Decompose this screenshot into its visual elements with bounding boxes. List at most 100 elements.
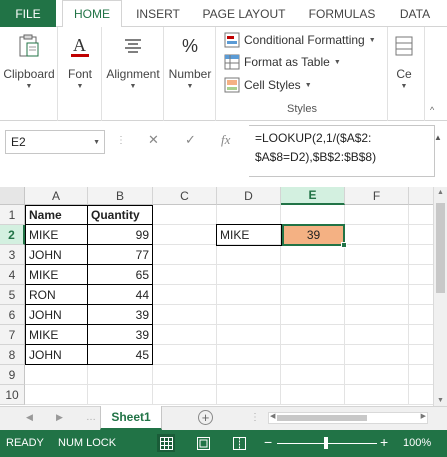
zoom-in-icon[interactable]: + [380,434,388,450]
empty-cell[interactable] [345,245,409,265]
empty-cell[interactable] [281,305,345,325]
empty-cell[interactable] [153,265,217,285]
prev-sheet-icon[interactable]: ◀ [26,412,33,423]
row-header-1[interactable]: 1 [0,205,25,225]
empty-cell[interactable] [409,205,433,225]
row-header-2[interactable]: 2 [0,225,25,245]
tab-data[interactable]: DATA [392,0,438,27]
row-header-4[interactable]: 4 [0,265,25,285]
vertical-scroll-thumb[interactable] [436,203,445,293]
empty-cell[interactable] [25,365,88,385]
normal-view-button[interactable] [157,434,175,452]
empty-cell[interactable] [281,345,345,365]
sheet-tab-sheet1[interactable]: Sheet1 [100,406,162,430]
empty-cell[interactable] [409,385,433,405]
formula-input[interactable]: =LOOKUP(2,1/($A$2: $A$8=D2),$B$2:$B$8) [249,125,435,177]
empty-cell[interactable] [88,365,153,385]
empty-cell[interactable] [345,225,409,245]
cell-a1[interactable]: Name [25,205,88,225]
empty-cell[interactable] [281,325,345,345]
select-all-corner[interactable] [0,187,25,205]
empty-cell[interactable] [217,265,281,285]
scroll-left-icon[interactable]: ◀ [270,412,275,420]
empty-cell[interactable] [281,205,345,225]
cancel-icon[interactable]: ✕ [148,132,159,148]
empty-cell[interactable] [345,325,409,345]
empty-cell[interactable] [345,265,409,285]
empty-cell[interactable] [409,345,433,365]
add-sheet-icon[interactable]: + [198,410,213,425]
empty-cell[interactable] [281,245,345,265]
empty-cell[interactable] [88,385,153,405]
horizontal-scroll-thumb[interactable] [277,415,367,421]
cell-b4[interactable]: 65 [88,265,153,285]
column-header-f[interactable]: F [345,187,409,205]
tab-splitter-icon[interactable]: ⋮ [250,412,260,423]
empty-cell[interactable] [153,245,217,265]
cells-button[interactable]: Ce ▼ [392,33,416,90]
horizontal-scrollbar[interactable]: ◀ ▶ [268,412,428,424]
empty-cell[interactable] [217,205,281,225]
cell-a6[interactable]: JOHN [25,305,88,325]
empty-cell[interactable] [217,365,281,385]
cell-b6[interactable]: 39 [88,305,153,325]
fill-handle[interactable] [341,242,347,248]
empty-cell[interactable] [217,245,281,265]
empty-cell[interactable] [345,205,409,225]
cell-a2[interactable]: MIKE [25,225,88,245]
row-header-7[interactable]: 7 [0,325,25,345]
empty-cell[interactable] [281,365,345,385]
tab-page-layout[interactable]: PAGE LAYOUT [196,0,292,27]
page-break-view-button[interactable] [230,434,248,452]
clipboard-button[interactable]: Clipboard ▼ [3,33,55,90]
empty-cell[interactable] [217,325,281,345]
cell-styles-button[interactable]: Cell Styles ▼ [224,75,312,95]
cell-a3[interactable]: JOHN [25,245,88,265]
empty-cell[interactable] [153,325,217,345]
empty-cell[interactable] [153,225,217,245]
cell-b1[interactable]: Quantity [88,205,153,225]
collapse-ribbon-icon[interactable]: ^ [430,105,434,115]
zoom-out-icon[interactable]: − [264,434,272,450]
cell-b8[interactable]: 45 [88,345,153,365]
name-box[interactable]: E2 ▼ [5,130,105,154]
vertical-scrollbar[interactable]: ▲ ▼ [433,187,447,406]
empty-cell[interactable] [281,285,345,305]
column-header-d[interactable]: D [217,187,281,205]
empty-cell[interactable] [345,385,409,405]
tab-file[interactable]: FILE [0,0,56,27]
empty-cell[interactable] [153,345,217,365]
empty-cell[interactable] [217,345,281,365]
empty-cell[interactable] [153,305,217,325]
scroll-down-icon[interactable]: ▼ [437,397,444,404]
row-header-8[interactable]: 8 [0,345,25,365]
alignment-button[interactable]: Alignment ▼ [104,33,162,90]
empty-cell[interactable] [345,305,409,325]
cell-b7[interactable]: 39 [88,325,153,345]
empty-cell[interactable] [409,325,433,345]
cell-b2[interactable]: 99 [88,225,153,245]
empty-cell[interactable] [217,305,281,325]
empty-cell[interactable] [409,285,433,305]
empty-cell[interactable] [409,245,433,265]
chevron-up-icon[interactable]: ▲ [434,133,442,142]
row-header-3[interactable]: 3 [0,245,25,265]
row-header-9[interactable]: 9 [0,365,25,385]
number-button[interactable]: % Number ▼ [166,33,214,91]
row-header-10[interactable]: 10 [0,385,25,405]
empty-cell[interactable] [409,305,433,325]
empty-cell[interactable] [153,285,217,305]
enter-icon[interactable]: ✓ [185,132,196,148]
column-header-c[interactable]: C [153,187,217,205]
empty-cell[interactable] [153,385,217,405]
tab-formulas[interactable]: FORMULAS [304,0,380,27]
empty-cell[interactable] [345,285,409,305]
format-as-table-button[interactable]: Format as Table ▼ [224,52,341,72]
empty-cell[interactable] [409,365,433,385]
cell-a4[interactable]: MIKE [25,265,88,285]
cell-a8[interactable]: JOHN [25,345,88,365]
page-layout-view-button[interactable] [194,434,212,452]
cell-d2[interactable]: MIKE [216,224,282,246]
tab-home[interactable]: HOME [62,0,122,28]
scroll-up-icon[interactable]: ▲ [437,189,444,196]
